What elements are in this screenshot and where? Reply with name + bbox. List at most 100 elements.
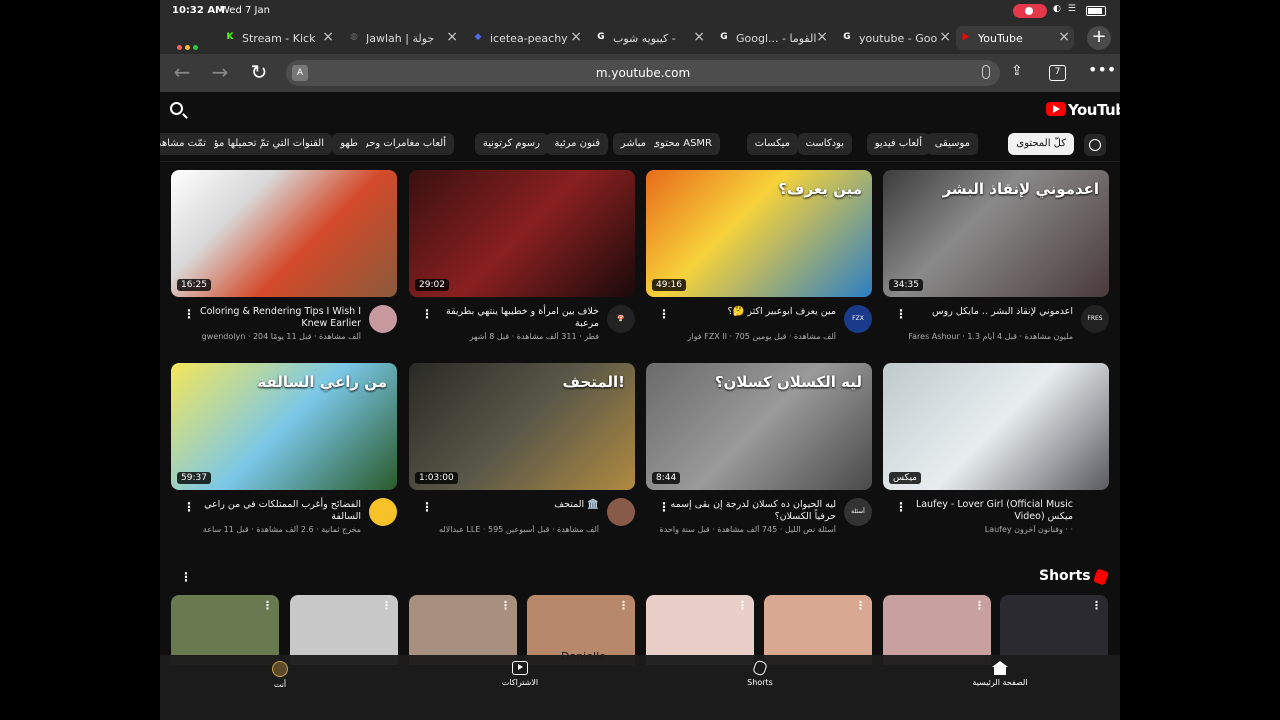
browser-tab[interactable]: ▶ YouTube × [956, 26, 1074, 50]
video-title[interactable]: ليه الحيوان ده كسلان لدرجة إن بقى إسمه ح… [658, 499, 836, 523]
short-menu-icon[interactable]: ⋮ [618, 599, 629, 612]
video-title[interactable]: Laufey - Lover Girl (Official Music Vide… [895, 499, 1073, 523]
channel-avatar[interactable]: FZX [844, 305, 872, 333]
bottom-navigation: الصفحة الرئيسية Shorts الاشتراكات أنت [160, 655, 1120, 720]
chip-7[interactable]: فنون مرئية [546, 133, 608, 155]
video-menu-icon[interactable]: ⋮ [658, 500, 670, 514]
nav-you[interactable]: أنت [230, 661, 330, 689]
browser-tab[interactable]: Gyoutube - Goo × [837, 26, 955, 50]
chip-5[interactable]: محتوى ASMR [644, 133, 720, 155]
microphone-icon[interactable] [982, 65, 990, 79]
channel-avatar[interactable] [607, 498, 635, 526]
browser-tab[interactable]: G Googl... - القوما × [714, 26, 832, 50]
close-tab-icon[interactable]: × [322, 29, 334, 45]
explore-compass-icon[interactable] [1084, 134, 1106, 156]
chip-2[interactable]: ألعاب فيديو [866, 133, 930, 155]
view-count: 705 ألف مشاهدة [734, 332, 836, 341]
video-thumbnail[interactable]: مين يعرف؟ 49:16 [646, 170, 872, 297]
video-thumbnail[interactable]: 16:25 [171, 170, 397, 297]
channel-avatar[interactable]: أسئلة [844, 498, 872, 526]
channel-avatar[interactable]: FRES [1081, 305, 1109, 333]
channel-avatar[interactable]: 🍄 [607, 305, 635, 333]
video-thumbnail[interactable]: من راعي السالفة 59:37 [171, 363, 397, 490]
video-menu-icon[interactable]: ⋮ [183, 307, 195, 321]
video-title[interactable]: الفضائح وأغرب الممتلكات في من راعي السال… [183, 499, 361, 523]
browser-tab[interactable]: K Stream - Kick × [220, 26, 338, 50]
channel-avatar[interactable] [369, 305, 397, 333]
close-tab-icon[interactable]: × [939, 29, 951, 45]
video-meta: 🍄 خلاف بين امرأة و خطيبها ينتهي بطريقة مر… [409, 305, 635, 355]
browser-tab[interactable]: G كيبويه شوب - × [591, 26, 709, 50]
chip-6[interactable]: مباشر [612, 133, 654, 155]
short-menu-icon[interactable]: ⋮ [262, 599, 273, 612]
video-title[interactable]: اعدموني لإنقاذ البشر .. مايكل روس [895, 306, 1073, 318]
channel-name[interactable]: عبدالاله LLE [439, 525, 480, 534]
chip-3[interactable]: بودكاست [797, 133, 852, 155]
video-subtitle: مخرج ثمانية · 2.6 ألف مشاهدة · قبل 11 سا… [202, 525, 361, 534]
channel-name[interactable]: gwendolyn [202, 332, 246, 341]
channel-avatar[interactable] [369, 498, 397, 526]
video-title[interactable]: مين يعرف ابوعبير اكثر 🤔؟ [658, 306, 836, 318]
reload-icon[interactable]: ↻ [247, 61, 271, 85]
channel-name[interactable]: أسئلة نص الليل [785, 525, 836, 534]
browser-tab[interactable]: ◆ icetea-peachy × [468, 26, 586, 50]
nav-subscriptions[interactable]: الاشتراكات [470, 661, 570, 687]
close-tab-icon[interactable]: × [816, 29, 828, 45]
short-menu-icon[interactable]: ⋮ [855, 599, 866, 612]
close-tab-icon[interactable]: × [693, 29, 705, 45]
close-tab-icon[interactable]: × [570, 29, 582, 45]
video-title[interactable]: المتحف 🏛️ [421, 499, 599, 511]
channel-name[interactable]: Laufey وفنانون آخرون [985, 525, 1063, 534]
tab-count-button[interactable]: 7 [1049, 65, 1066, 81]
youtube-logo-text[interactable]: YouTube [1068, 101, 1120, 119]
video-menu-icon[interactable]: ⋮ [421, 500, 433, 514]
channel-name[interactable]: Fares Ashour [908, 332, 959, 341]
nav-home[interactable]: الصفحة الرئيسية [950, 661, 1050, 687]
chip-1[interactable]: موسيقى [926, 133, 978, 155]
video-title[interactable]: خلاف بين امرأة و خطيبها ينتهي بطريقة مرع… [421, 306, 599, 330]
chip-4[interactable]: ميكسات [746, 133, 798, 155]
video-menu-icon[interactable]: ⋮ [895, 307, 907, 321]
share-icon[interactable]: ⇪ [1011, 63, 1023, 79]
close-tab-icon[interactable]: × [446, 29, 458, 45]
thumbnail-text: ليه الكسلان كسلان؟ [714, 373, 862, 391]
browser-tab[interactable]: ◍ Jawlah | جولة × [344, 26, 462, 50]
video-menu-icon[interactable]: ⋮ [895, 500, 907, 514]
video-thumbnail[interactable]: اعدموني لإنقاذ البشر 34:35 [883, 170, 1109, 297]
chip-12[interactable]: تمّت مشاهدتها [160, 133, 214, 155]
video-menu-icon[interactable]: ⋮ [658, 307, 670, 321]
youtube-logo-icon[interactable] [1046, 102, 1066, 116]
video-menu-icon[interactable]: ⋮ [183, 500, 195, 514]
chip-10[interactable]: طهو [332, 133, 366, 155]
video-thumbnail[interactable]: ميكس [883, 363, 1109, 490]
short-menu-icon[interactable]: ⋮ [974, 599, 985, 612]
channel-name[interactable]: فطر [584, 332, 599, 341]
short-menu-icon[interactable]: ⋮ [1091, 599, 1102, 612]
video-title[interactable]: Coloring & Rendering Tips I Wish I Knew … [183, 306, 361, 330]
chip-0[interactable]: كلّ المحتوى [1008, 133, 1074, 155]
back-arrow-icon[interactable]: ← [170, 61, 194, 85]
channel-avatar[interactable] [1081, 498, 1109, 526]
search-icon[interactable] [170, 102, 183, 115]
video-thumbnail[interactable]: 29:02 [409, 170, 635, 297]
video-menu-icon[interactable]: ⋮ [421, 307, 433, 321]
subscriptions-icon [512, 661, 528, 675]
short-menu-icon[interactable]: ⋮ [500, 599, 511, 612]
more-menu-icon[interactable]: ••• [1088, 60, 1116, 79]
channel-name[interactable]: فواز FZX II [688, 332, 727, 341]
chip-8[interactable]: رسوم كرتونية [474, 133, 548, 155]
short-menu-icon[interactable]: ⋮ [737, 599, 748, 612]
video-duration: 16:25 [177, 279, 211, 291]
shorts-header: ⋮ Shorts [160, 566, 1120, 588]
nav-shorts[interactable]: Shorts [710, 659, 810, 687]
short-menu-icon[interactable]: ⋮ [381, 599, 392, 612]
new-tab-button[interactable]: + [1087, 26, 1111, 50]
channel-name[interactable]: مخرج ثمانية [321, 525, 361, 534]
window-dots-icon[interactable] [177, 35, 201, 54]
video-thumbnail[interactable]: ليه الكسلان كسلان؟ 8:44 [646, 363, 872, 490]
video-thumbnail[interactable]: المتحف! 1:03:00 [409, 363, 635, 490]
address-bar[interactable]: A m.youtube.com [286, 60, 1000, 86]
shorts-menu-icon[interactable]: ⋮ [180, 570, 192, 584]
forward-arrow-icon[interactable]: → [208, 61, 232, 85]
close-tab-icon[interactable]: × [1058, 29, 1070, 45]
